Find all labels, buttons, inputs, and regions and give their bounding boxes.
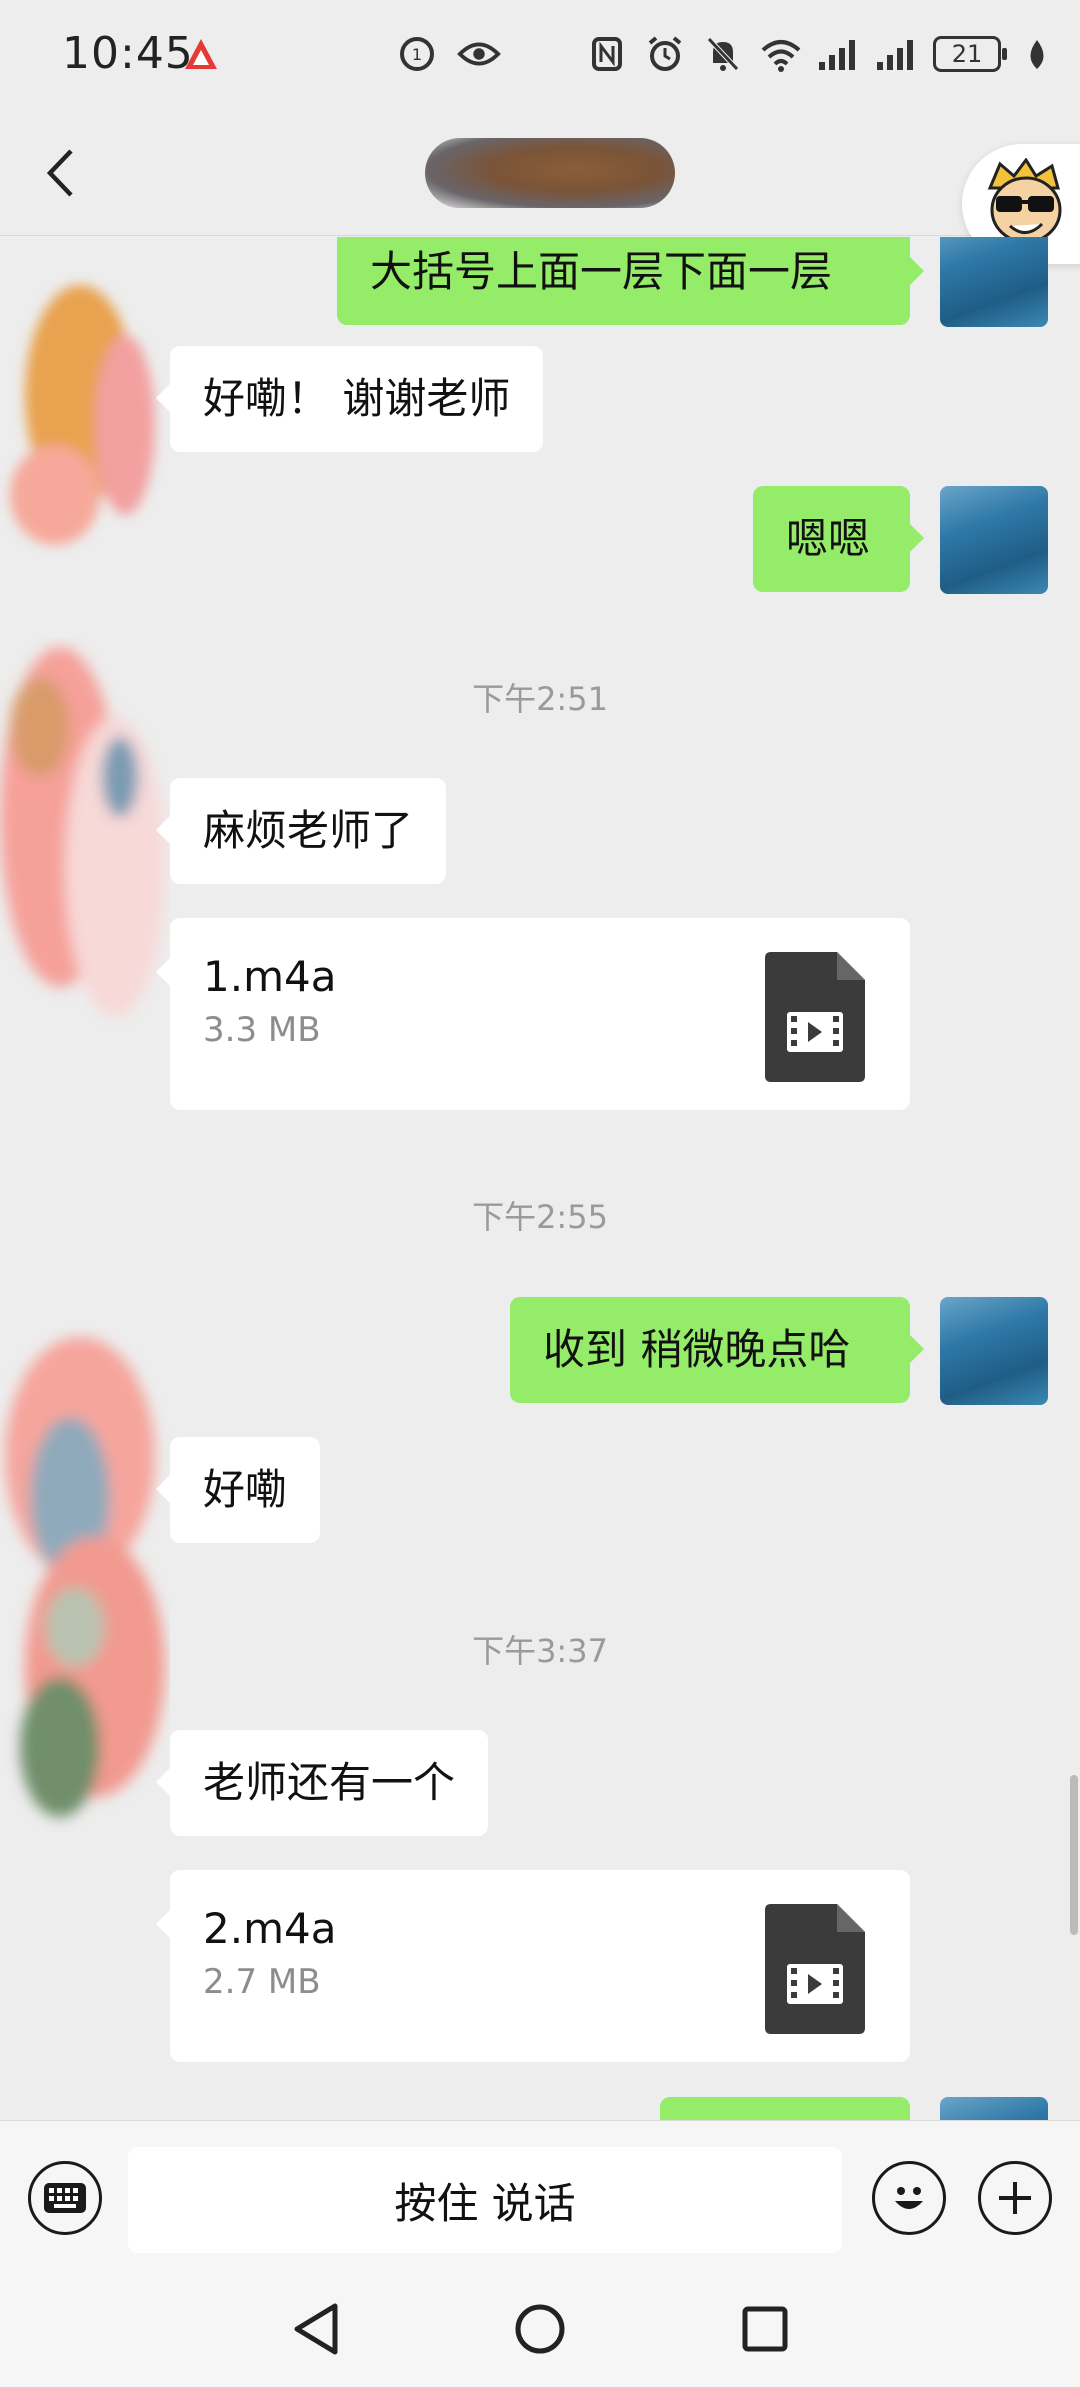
chat-header xyxy=(0,110,1080,236)
keyboard-icon xyxy=(44,2183,86,2213)
message-bubble-in[interactable]: 老师还有一个 xyxy=(155,1730,489,1836)
signal-icon-2 xyxy=(875,30,919,78)
message-bubble-in[interactable]: 好嘞！ 谢谢老师 xyxy=(155,346,544,452)
nfc-icon xyxy=(585,30,629,78)
video-file-icon xyxy=(765,952,865,1082)
plus-icon xyxy=(999,2182,1031,2214)
alarm-icon xyxy=(643,30,687,78)
contact-avatar[interactable] xyxy=(0,1327,170,1847)
message-bubble-out[interactable]: 收到 稍微晚点哈 xyxy=(510,1297,924,1403)
scrollbar[interactable] xyxy=(1070,1775,1078,1935)
file-size: 2.7 MB xyxy=(203,1962,321,2002)
message-list[interactable]: 大括号上面一层下面一层 好嘞！ 谢谢老师 嗯嗯 下午2:51 麻烦老师了 1.m… xyxy=(0,237,1080,2120)
file-message-card[interactable]: 1.m4a 3.3 MB xyxy=(156,918,910,1110)
video-file-icon xyxy=(765,1904,865,2034)
message-text: 收到 稍微晚点哈 xyxy=(543,1325,851,1374)
contact-avatar[interactable] xyxy=(0,255,170,575)
wifi-icon xyxy=(759,30,803,78)
self-avatar[interactable] xyxy=(940,486,1048,594)
square-recents-icon xyxy=(742,2306,788,2352)
app-notification-icon xyxy=(185,39,217,69)
eye-icon xyxy=(457,30,501,78)
circle-home-icon xyxy=(515,2304,565,2354)
hold-to-talk-button[interactable]: 按住 说话 xyxy=(128,2147,842,2253)
emoji-button[interactable] xyxy=(872,2161,946,2235)
contact-avatar[interactable] xyxy=(0,637,170,1097)
leaf-icon xyxy=(1015,30,1059,78)
message-bubble-in[interactable]: 麻烦老师了 xyxy=(155,778,447,884)
file-name: 1.m4a xyxy=(203,952,337,1001)
emoji-icon xyxy=(895,2187,923,2209)
battery-level: 21 xyxy=(951,40,983,68)
message-text: 麻烦老师了 xyxy=(203,806,414,855)
message-text: 好嘞！ 谢谢老师 xyxy=(203,374,511,423)
nav-back-button[interactable] xyxy=(281,2294,351,2364)
message-text: 好嘞 xyxy=(203,1465,288,1514)
message-text: 老师还有一个 xyxy=(203,1758,456,1807)
more-actions-button[interactable] xyxy=(978,2161,1052,2235)
signal-icon-1 xyxy=(817,30,861,78)
input-bar: 按住 说话 xyxy=(0,2120,1080,2274)
back-button[interactable] xyxy=(30,140,90,206)
timestamp: 下午3:37 xyxy=(472,1632,608,1670)
file-name: 2.m4a xyxy=(203,1904,337,1953)
timestamp: 下午2:55 xyxy=(472,1198,608,1236)
self-avatar[interactable] xyxy=(940,2097,1048,2120)
status-time: 10:45 xyxy=(62,28,194,79)
svg-text:1: 1 xyxy=(412,45,422,64)
nav-home-button[interactable] xyxy=(505,2294,575,2364)
hold-to-talk-label: 按住 说话 xyxy=(394,2178,576,2228)
self-avatar[interactable] xyxy=(940,1297,1048,1405)
message-text: 大括号上面一层下面一层 xyxy=(370,247,833,296)
mute-bell-icon xyxy=(701,30,745,78)
keyboard-toggle-button[interactable] xyxy=(28,2161,102,2235)
message-bubble-out[interactable]: 嗯嗯 xyxy=(753,486,924,592)
file-message-card[interactable]: 2.m4a 2.7 MB xyxy=(156,1870,910,2062)
data-saver-icon: 1 xyxy=(395,30,439,78)
chat-title xyxy=(425,138,675,208)
message-bubble-out[interactable]: 大括号上面一层下面一层 xyxy=(337,237,924,325)
self-avatar[interactable] xyxy=(940,237,1048,327)
file-size: 3.3 MB xyxy=(203,1010,321,1050)
system-nav-bar xyxy=(0,2274,1080,2387)
status-bar: 10:45 1 21 xyxy=(0,0,1080,110)
message-bubble-out[interactable] xyxy=(660,2097,910,2120)
message-bubble-in[interactable]: 好嘞 xyxy=(155,1437,321,1543)
message-text: 嗯嗯 xyxy=(786,514,871,563)
battery-indicator: 21 xyxy=(933,36,1007,72)
triangle-back-icon xyxy=(294,2303,338,2355)
chevron-left-icon xyxy=(46,149,73,197)
nav-recents-button[interactable] xyxy=(730,2294,800,2364)
